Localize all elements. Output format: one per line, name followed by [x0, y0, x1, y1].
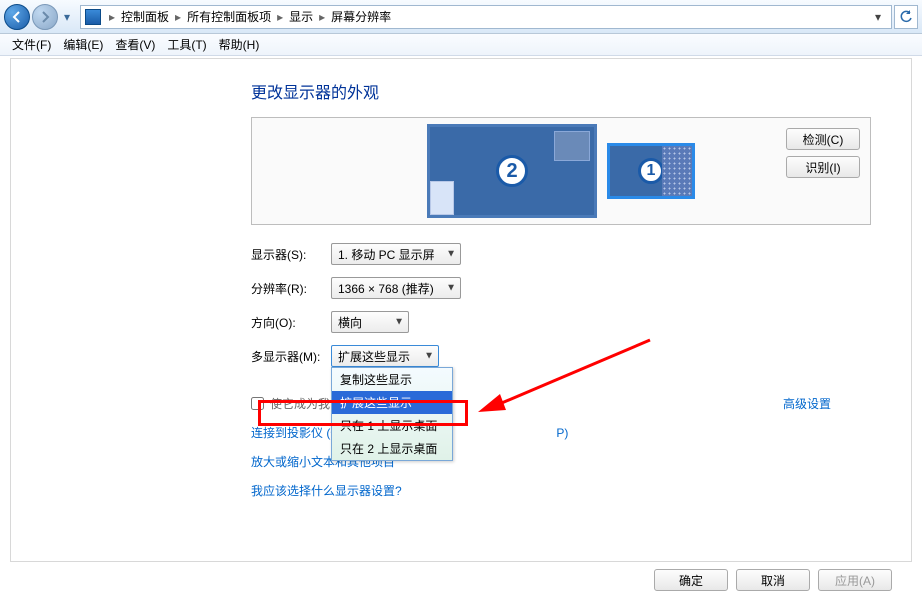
chevron-down-icon: ▼	[394, 317, 404, 328]
cancel-button[interactable]: 取消	[736, 569, 810, 591]
menu-tools[interactable]: 工具(T)	[161, 34, 212, 55]
menu-edit[interactable]: 编辑(E)	[57, 34, 109, 55]
breadcrumb-item[interactable]: 控制面板	[117, 8, 173, 25]
monitor-2[interactable]: 2	[427, 124, 597, 218]
navigation-toolbar: ▾ ▸ 控制面板 ▸ 所有控制面板项 ▸ 显示 ▸ 屏幕分辨率 ▾	[0, 0, 922, 34]
breadcrumb-item[interactable]: 显示	[285, 8, 317, 25]
dropdown-option-only1[interactable]: 只在 1 上显示桌面	[332, 414, 452, 437]
resolution-label: 分辨率(R):	[251, 280, 331, 297]
select-value: 横向	[338, 314, 362, 331]
dropdown-option-duplicate[interactable]: 复制这些显示	[332, 368, 452, 391]
refresh-button[interactable]	[894, 5, 918, 29]
menu-file[interactable]: 文件(F)	[6, 34, 57, 55]
multi-display-select[interactable]: 扩展这些显示 ▼	[331, 345, 439, 367]
resolution-select[interactable]: 1366 × 768 (推荐) ▼	[331, 277, 461, 299]
multi-display-dropdown: 复制这些显示 扩展这些显示 只在 1 上显示桌面 只在 2 上显示桌面	[331, 367, 453, 461]
which-settings-link[interactable]: 我应该选择什么显示器设置?	[251, 482, 871, 499]
nav-history-dropdown[interactable]: ▾	[60, 4, 74, 30]
ok-button[interactable]: 确定	[654, 569, 728, 591]
menu-bar: 文件(F) 编辑(E) 查看(V) 工具(T) 帮助(H)	[0, 34, 922, 56]
detect-button[interactable]: 检测(C)	[786, 128, 860, 150]
address-dropdown-icon[interactable]: ▾	[869, 10, 887, 24]
display-select[interactable]: 1. 移动 PC 显示屏 ▼	[331, 243, 461, 265]
dialog-buttons: 确定 取消 应用(A)	[10, 564, 912, 596]
orientation-label: 方向(O):	[251, 314, 331, 331]
display-label: 显示器(S):	[251, 246, 331, 263]
monitor-badge: 2	[496, 155, 528, 187]
chevron-right-icon: ▸	[173, 10, 183, 24]
menu-view[interactable]: 查看(V)	[109, 34, 161, 55]
select-value: 1. 移动 PC 显示屏	[338, 246, 435, 263]
control-panel-icon	[85, 9, 101, 25]
chevron-right-icon: ▸	[317, 10, 327, 24]
select-value: 1366 × 768 (推荐)	[338, 280, 434, 297]
chevron-right-icon: ▸	[275, 10, 285, 24]
select-value: 扩展这些显示	[338, 348, 410, 365]
dropdown-option-only2[interactable]: 只在 2 上显示桌面	[332, 437, 452, 460]
chevron-down-icon: ▼	[446, 283, 456, 294]
apply-button[interactable]: 应用(A)	[818, 569, 892, 591]
breadcrumb-item[interactable]: 所有控制面板项	[183, 8, 275, 25]
forward-button[interactable]	[32, 4, 58, 30]
multi-display-label: 多显示器(M):	[251, 348, 331, 365]
chevron-right-icon: ▸	[107, 10, 117, 24]
content-panel: 更改显示器的外观 2 1 检测(C) 识别(I) 显示器(S): 1. 移动 P…	[10, 58, 912, 562]
chevron-down-icon: ▼	[446, 249, 456, 260]
dropdown-option-extend[interactable]: 扩展这些显示	[332, 391, 452, 414]
page-title: 更改显示器的外观	[251, 79, 871, 103]
make-main-checkbox[interactable]	[251, 397, 264, 410]
monitor-decor-icon	[430, 181, 454, 215]
monitor-badge: 1	[638, 158, 664, 184]
breadcrumb-item[interactable]: 屏幕分辨率	[327, 8, 395, 25]
advanced-settings-link[interactable]: 高级设置	[783, 395, 831, 412]
back-button[interactable]	[4, 4, 30, 30]
monitor-decor-icon	[662, 146, 692, 196]
menu-help[interactable]: 帮助(H)	[213, 34, 266, 55]
identify-button[interactable]: 识别(I)	[786, 156, 860, 178]
monitor-decor-icon	[554, 131, 590, 161]
chevron-down-icon: ▼	[424, 351, 434, 362]
monitor-1[interactable]: 1	[607, 143, 695, 199]
display-preview: 2 1 检测(C) 识别(I)	[251, 117, 871, 225]
orientation-select[interactable]: 横向 ▼	[331, 311, 409, 333]
address-bar[interactable]: ▸ 控制面板 ▸ 所有控制面板项 ▸ 显示 ▸ 屏幕分辨率 ▾	[80, 5, 892, 29]
